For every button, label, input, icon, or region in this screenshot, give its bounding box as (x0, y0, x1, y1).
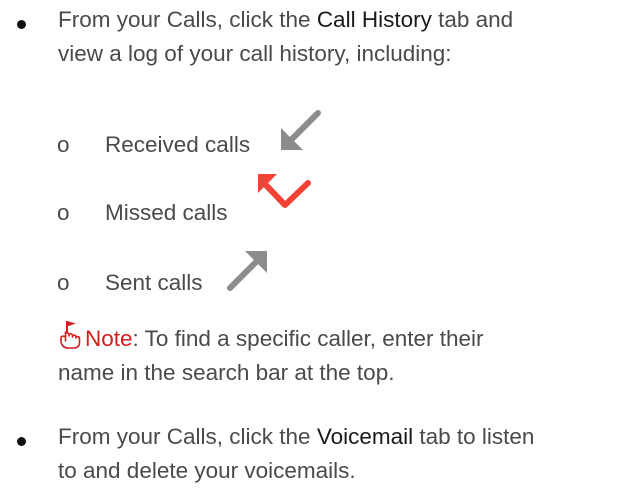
voicemail-tab-label: Voicemail (316, 424, 414, 449)
bullet-text: From your Calls, click the Voicemail tab… (58, 420, 618, 488)
call-history-tab-label: Call History (316, 7, 432, 32)
bullet-dot (17, 20, 26, 29)
bullet-line-1: From your Calls, click the Call History … (58, 3, 618, 37)
note-label: Note (85, 326, 133, 351)
bullet-prefix: From your Calls, click the (58, 424, 317, 449)
bullet-suffix: tab and (431, 7, 514, 32)
sub-item-label: Missed calls (105, 200, 228, 225)
bullet-line-2: view a log of your call history, includi… (58, 41, 452, 66)
pointing-hand-flag-icon (60, 321, 81, 349)
sub-item-label: Sent calls (105, 270, 203, 295)
note-line-1: Note: To find a specific caller, enter t… (58, 319, 618, 356)
arrow-up-right-icon (227, 251, 267, 291)
missed-call-arrow-icon (258, 174, 311, 208)
bullet-text: From your Calls, click the Call History … (58, 3, 618, 71)
bullet-line-1: From your Calls, click the Voicemail tab… (58, 420, 618, 454)
bullet-suffix: tab to listen (413, 424, 535, 449)
sub-item-marker: o (57, 200, 70, 225)
note-line-2: name in the search bar at the top. (58, 360, 395, 385)
bullet-dot (17, 437, 26, 446)
note-text: : To find a specific caller, enter their (132, 326, 484, 351)
sub-item-label: Received calls (105, 132, 251, 157)
sub-item-marker: o (57, 132, 70, 157)
bullet-prefix: From your Calls, click the (58, 7, 317, 32)
note-block: Note: To find a specific caller, enter t… (58, 319, 618, 390)
bullet-line-2: to and delete your voicemails. (58, 458, 356, 483)
sub-item-marker: o (57, 270, 70, 295)
arrow-down-left-icon (281, 110, 321, 150)
